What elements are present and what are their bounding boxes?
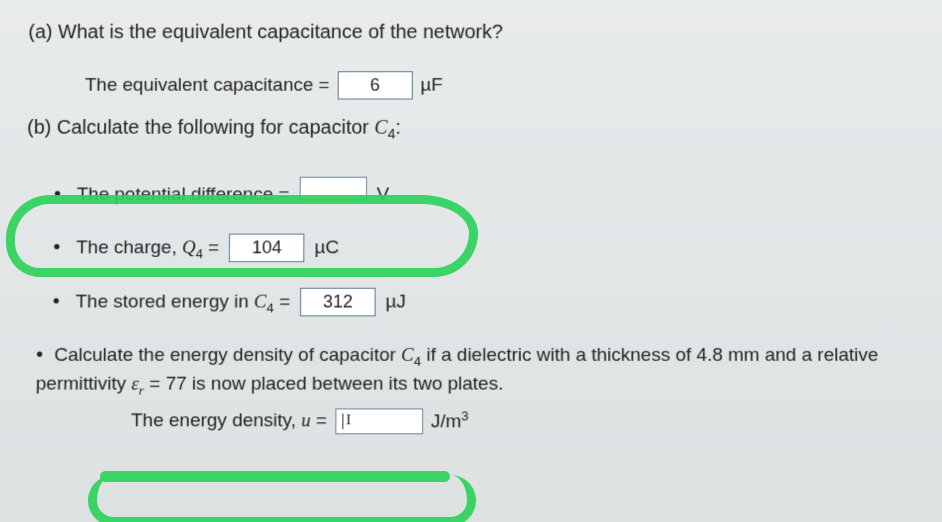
- energy-density-unit: J/m3: [431, 408, 469, 433]
- part-a-label: (a): [28, 22, 52, 43]
- energy-density-question: • Calculate the energy density of capaci…: [36, 342, 920, 371]
- charge-label: The charge, Q4 =: [76, 238, 219, 261]
- potential-difference-row: • The potential difference = V: [54, 177, 918, 206]
- bullet-icon: •: [54, 185, 61, 205]
- potential-difference-label: The potential difference =: [77, 185, 290, 207]
- equivalent-capacitance-input[interactable]: 6: [337, 71, 412, 99]
- stored-energy-unit: µJ: [386, 292, 406, 314]
- bullet-icon: •: [36, 344, 43, 366]
- stored-energy-input[interactable]: 312: [300, 288, 376, 317]
- energy-density-question-line2: permittivity εr = 77 is now placed betwe…: [36, 373, 921, 398]
- equivalent-capacitance-unit: µF: [420, 75, 442, 96]
- stored-energy-label: The stored energy in C4 =: [75, 292, 290, 315]
- potential-difference-input[interactable]: [299, 177, 366, 201]
- energy-density-row: The energy density, u = I J/m3: [131, 408, 921, 434]
- equivalent-capacitance-row: The equivalent capacitance = 6 µF: [85, 71, 917, 99]
- bullet-icon: •: [53, 238, 60, 258]
- part-b-suffix: :: [395, 117, 401, 138]
- part-a-question: (a) What is the equivalent capacitance o…: [28, 22, 915, 44]
- part-b-var: C: [374, 117, 387, 138]
- energy-density-input[interactable]: I: [335, 408, 423, 434]
- equivalent-capacitance-label: The equivalent capacitance =: [85, 75, 330, 96]
- ibeam-icon: I: [346, 412, 350, 429]
- charge-input[interactable]: 104: [229, 234, 305, 263]
- part-a-text: What is the equivalent capacitance of th…: [58, 22, 503, 43]
- bullet-icon: •: [53, 292, 60, 312]
- energy-density-label: The energy density, u =: [131, 410, 327, 432]
- stored-energy-row: • The stored energy in C4 = 312 µJ: [53, 288, 920, 317]
- part-b-question: (b) Calculate the following for capacito…: [27, 117, 917, 141]
- potential-difference-unit: V: [377, 185, 390, 207]
- charge-row: • The charge, Q4 = 104 µC: [53, 234, 918, 263]
- charge-unit: µC: [314, 238, 339, 260]
- part-b-label: (b): [27, 117, 51, 138]
- part-b-text-prefix: Calculate the following for capacitor: [57, 117, 375, 138]
- text-cursor-icon: [342, 413, 343, 429]
